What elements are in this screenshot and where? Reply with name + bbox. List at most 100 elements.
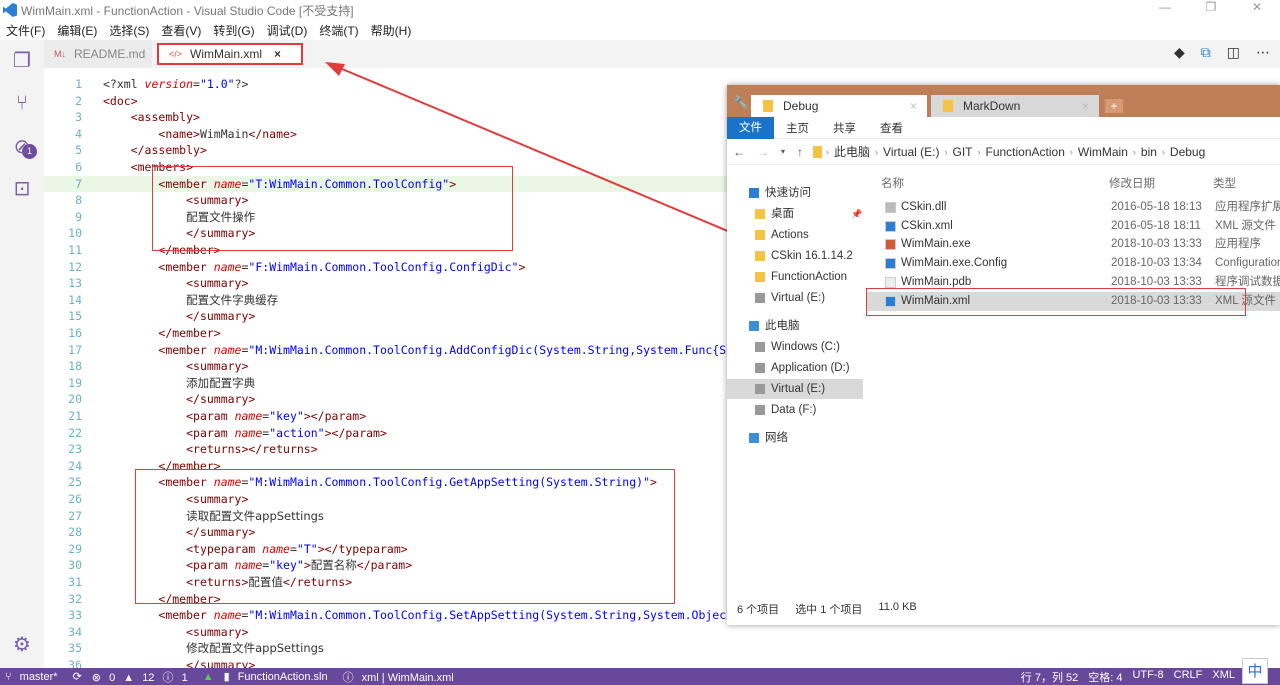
network-icon bbox=[749, 433, 759, 443]
file-row[interactable]: CSkin.xml 2016-05-18 18:11 XML 源文件 bbox=[867, 217, 1280, 236]
column-type[interactable]: 类型 bbox=[1213, 175, 1236, 191]
new-tab-button[interactable]: + bbox=[1105, 99, 1123, 113]
chevron-right-icon: › bbox=[1069, 146, 1073, 157]
nav-item[interactable]: Actions bbox=[755, 225, 809, 245]
cursor-position[interactable]: 行 7，列 52 bbox=[1021, 669, 1078, 685]
file-name: WimMain.exe.Config bbox=[901, 257, 1008, 270]
nav-item[interactable]: Data (F:) bbox=[755, 400, 816, 420]
ribbon-tab[interactable]: 共享 bbox=[821, 120, 868, 136]
file-date: 2016-05-18 18:11 bbox=[1111, 219, 1201, 232]
nav-label: FunctionAction bbox=[771, 271, 848, 283]
tab-label: MarkDown bbox=[963, 99, 1021, 113]
breadcrumb-item[interactable]: 此电脑 bbox=[834, 143, 870, 160]
close-tab-icon[interactable]: × bbox=[1082, 99, 1089, 113]
up-icon[interactable]: ↑ bbox=[797, 145, 803, 159]
breadcrumb-item[interactable]: WimMain bbox=[1078, 145, 1128, 159]
nav-label: Actions bbox=[771, 229, 809, 241]
nav-item[interactable]: Application (D:) bbox=[755, 358, 850, 378]
nav-item[interactable]: Virtual (E:) bbox=[727, 379, 863, 399]
branch[interactable]: ⑂ master* bbox=[5, 671, 63, 683]
breadcrumb-item[interactable]: FunctionAction bbox=[986, 145, 1065, 159]
forward-icon[interactable]: → bbox=[757, 145, 769, 159]
problems[interactable]: ⊗ 0 ▲ 12 ⓘ 1 bbox=[92, 669, 193, 685]
column-date[interactable]: 修改日期 bbox=[1109, 175, 1155, 191]
dll-icon bbox=[885, 202, 896, 213]
xml-file-icon bbox=[885, 220, 896, 232]
file-date: 2016-05-18 18:13 bbox=[1111, 201, 1202, 213]
breadcrumb-item[interactable]: Virtual (E:) bbox=[883, 145, 939, 159]
xml-file-icon bbox=[885, 258, 896, 270]
file-row[interactable]: WimMain.exe 2018-10-03 13:33 应用程序 bbox=[867, 235, 1280, 254]
file-date: 2018-10-03 13:33 bbox=[1111, 275, 1202, 288]
ime-indicator[interactable]: 中 bbox=[1242, 658, 1268, 684]
folder-icon bbox=[755, 209, 765, 219]
solution-name: FunctionAction.sln bbox=[237, 671, 328, 683]
back-icon[interactable]: ← bbox=[733, 145, 745, 159]
drive-icon bbox=[755, 342, 765, 352]
nav-item[interactable]: Virtual (E:) bbox=[755, 288, 825, 308]
solution[interactable]: ▮ FunctionAction.sln bbox=[224, 670, 333, 683]
explorer-status: 6 个项目 选中 1 个项目 11.0 KB bbox=[737, 601, 917, 617]
nav-item[interactable]: CSkin 16.1.14.2 bbox=[755, 246, 853, 266]
column-name[interactable]: 名称 bbox=[881, 175, 904, 191]
language-mode[interactable]: XML bbox=[1212, 669, 1235, 685]
wrench-icon[interactable]: 🔧 bbox=[733, 95, 748, 109]
address-bar[interactable]: ← → ▾ ↑ › 此电脑 › Virtual (E:) › GIT › FunctionAc… bbox=[727, 139, 1280, 165]
explorer-tab-markdown[interactable]: MarkDown × bbox=[931, 95, 1099, 117]
breadcrumb-item[interactable]: GIT bbox=[953, 145, 973, 159]
folder-icon bbox=[813, 145, 823, 158]
file-name: CSkin.dll bbox=[901, 201, 947, 213]
file-type: 应用程序 bbox=[1215, 238, 1261, 251]
recent-icon[interactable]: ▾ bbox=[781, 147, 785, 156]
nav-label: Virtual (E:) bbox=[771, 292, 826, 304]
navigation-pane: 快速访问桌面 📌 Actions CSkin 16.1.14.2 FunctionAct… bbox=[727, 183, 863, 593]
file-row[interactable]: WimMain.exe.Config 2018-10-03 13:34 Config… bbox=[867, 254, 1280, 273]
nav-item[interactable]: 桌面 📌 bbox=[755, 204, 862, 224]
encoding[interactable]: UTF-8 bbox=[1132, 669, 1163, 685]
drive-icon bbox=[755, 293, 765, 303]
ribbon-tab[interactable]: 文件 bbox=[727, 116, 774, 139]
ribbon-tab[interactable]: 查看 bbox=[868, 120, 915, 136]
file-date: 2018-10-03 13:33 bbox=[1111, 294, 1202, 307]
line-ending[interactable]: CRLF bbox=[1174, 669, 1203, 685]
drive-icon bbox=[755, 384, 765, 394]
nav-label: CSkin 16.1.14.2 bbox=[771, 250, 853, 262]
chevron-right-icon: › bbox=[875, 146, 879, 157]
nav-label: 桌面 bbox=[771, 208, 794, 220]
file-row[interactable]: WimMain.xml 2018-10-03 13:33 XML 源文件 bbox=[867, 291, 1280, 311]
file-date: 2018-10-03 13:33 bbox=[1111, 238, 1202, 251]
breadcrumb-item[interactable]: bin bbox=[1141, 145, 1157, 159]
chevron-right-icon: › bbox=[826, 146, 830, 157]
file-type: XML 源文件 bbox=[1215, 219, 1276, 232]
folder-icon bbox=[755, 251, 765, 261]
nav-item[interactable]: 快速访问 bbox=[749, 183, 811, 203]
nav-item[interactable]: 此电脑 bbox=[749, 316, 800, 336]
file-type: 应用程序扩展 bbox=[1215, 201, 1280, 213]
file-date: 2018-10-03 13:34 bbox=[1111, 257, 1202, 270]
sync-icon[interactable]: ⟳ bbox=[73, 670, 82, 683]
explorer-tab-debug[interactable]: Debug × bbox=[751, 95, 927, 117]
nav-label: Data (F:) bbox=[771, 404, 817, 416]
nav-label: 快速访问 bbox=[765, 187, 811, 199]
file-type: 程序调试数据库 bbox=[1215, 275, 1280, 288]
drive-icon bbox=[755, 363, 765, 373]
warning-count: 12 bbox=[142, 671, 155, 684]
ribbon-tab[interactable]: 主页 bbox=[774, 120, 821, 136]
nav-item[interactable]: 网络 bbox=[749, 428, 788, 448]
language-scope[interactable]: ⓘ xml | WimMain.xml bbox=[343, 669, 459, 685]
nav-item[interactable]: FunctionAction bbox=[755, 267, 847, 287]
folder-icon bbox=[755, 272, 765, 282]
branch-name: master* bbox=[19, 670, 58, 683]
close-tab-icon[interactable]: × bbox=[910, 99, 917, 113]
breadcrumb-item[interactable]: Debug bbox=[1170, 145, 1205, 159]
pc-icon bbox=[749, 321, 759, 331]
file-row[interactable]: WimMain.pdb 2018-10-03 13:33 程序调试数据库 bbox=[867, 273, 1280, 292]
nav-label: 网络 bbox=[765, 432, 788, 444]
selected-count: 选中 1 个项目 bbox=[795, 604, 863, 616]
star-icon bbox=[749, 188, 759, 198]
file-row[interactable]: CSkin.dll 2016-05-18 18:13 应用程序扩展 bbox=[867, 198, 1280, 217]
nav-item[interactable]: Windows (C:) bbox=[755, 337, 840, 357]
indentation[interactable]: 空格: 4 bbox=[1088, 669, 1122, 685]
pin-icon[interactable]: 📌 bbox=[851, 204, 862, 224]
smiley-icon[interactable]: ▲ bbox=[203, 671, 214, 683]
